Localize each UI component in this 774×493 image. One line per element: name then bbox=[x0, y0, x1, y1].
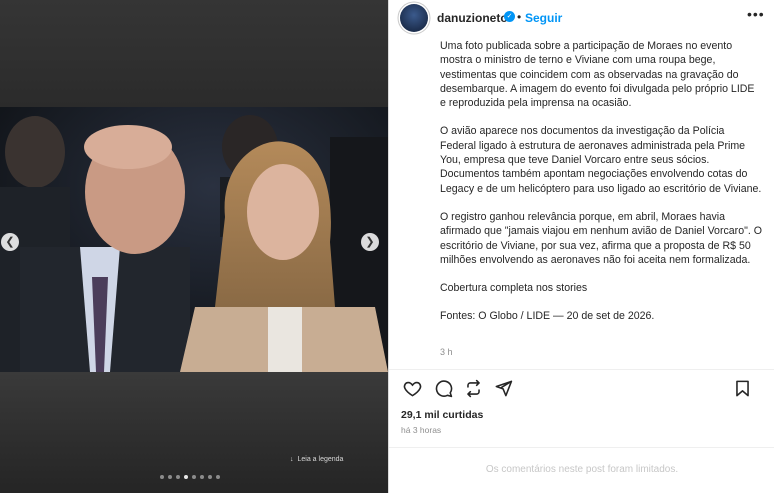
caption-paragraph: Cobertura completa nos stories bbox=[440, 282, 588, 295]
chevron-right-icon: ❯ bbox=[365, 235, 375, 248]
caption-paragraph: O avião aparece nos documentos da invest… bbox=[440, 125, 762, 195]
carousel-dot bbox=[208, 475, 212, 479]
carousel-dot bbox=[160, 475, 164, 479]
comments-limited-notice: Os comentários neste post foram limitado… bbox=[485, 464, 679, 475]
post-sidebar: danuzioneto ✓ • Seguir ••• Uma foto publ… bbox=[388, 0, 774, 493]
carousel-dot bbox=[168, 475, 172, 479]
arrow-down-icon: ↓ bbox=[290, 456, 294, 463]
verified-badge-icon: ✓ bbox=[504, 11, 515, 22]
carousel-dot bbox=[216, 475, 220, 479]
chevron-left-icon: ❮ bbox=[5, 235, 15, 248]
caption-timestamp[interactable]: 3 h bbox=[440, 347, 453, 357]
blurred-background-top bbox=[0, 0, 388, 107]
post-media: ❮ ❯ ↓ Leia a legenda bbox=[0, 0, 388, 493]
likes-count[interactable]: 29,1 mil curtidas bbox=[401, 409, 483, 421]
caption-paragraph: Uma foto publicada sobre a participação … bbox=[440, 40, 755, 110]
comment-button[interactable] bbox=[432, 377, 454, 399]
read-caption-link[interactable]: ↓ Leia a legenda bbox=[290, 456, 343, 463]
comment-icon bbox=[435, 379, 452, 397]
divider bbox=[389, 369, 774, 370]
caption-paragraph: O registro ganhou relevância porque, em … bbox=[440, 210, 762, 266]
username-link[interactable]: danuzioneto bbox=[437, 11, 508, 25]
follow-button[interactable]: Seguir bbox=[525, 11, 562, 25]
previous-slide-button[interactable]: ❮ bbox=[1, 233, 19, 251]
more-options-icon[interactable]: ••• bbox=[747, 6, 765, 22]
post-header: danuzioneto ✓ • Seguir ••• bbox=[389, 0, 774, 36]
repost-button[interactable] bbox=[462, 377, 484, 399]
caption-paragraph: Fontes: O Globo / LIDE — 20 de set de 20… bbox=[440, 310, 655, 323]
post-photo[interactable] bbox=[0, 107, 388, 372]
post-date: há 3 horas bbox=[401, 425, 442, 435]
share-button[interactable] bbox=[492, 377, 514, 399]
carousel-indicator bbox=[160, 475, 220, 479]
carousel-dot bbox=[176, 475, 180, 479]
action-bar bbox=[401, 377, 765, 399]
photo-illustration bbox=[0, 107, 388, 372]
like-button[interactable] bbox=[401, 377, 423, 399]
save-button[interactable] bbox=[731, 377, 753, 399]
heart-icon bbox=[403, 381, 421, 397]
post-caption: Uma foto publicada sobre a participação … bbox=[440, 39, 762, 338]
carousel-dot bbox=[192, 475, 196, 479]
divider bbox=[389, 447, 774, 448]
read-caption-label: Leia a legenda bbox=[297, 456, 344, 463]
carousel-dot bbox=[184, 475, 188, 479]
send-icon bbox=[495, 380, 512, 396]
avatar[interactable] bbox=[400, 4, 428, 32]
instagram-post-view: ❮ ❯ ↓ Leia a legenda danuzioneto ✓ • Seg… bbox=[0, 0, 774, 493]
next-slide-button[interactable]: ❯ bbox=[361, 233, 379, 251]
carousel-dot bbox=[200, 475, 204, 479]
header-separator: • bbox=[517, 10, 522, 24]
repost-icon bbox=[466, 379, 480, 397]
bookmark-icon bbox=[735, 380, 749, 396]
